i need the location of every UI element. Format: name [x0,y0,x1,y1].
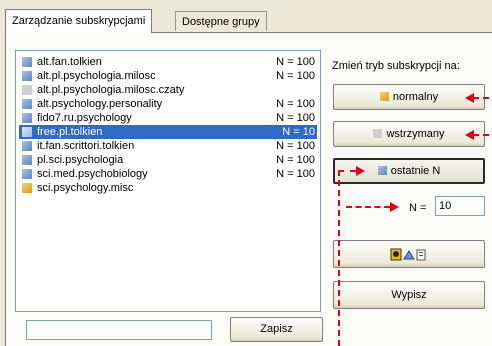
group-n-value: N = 100 [276,98,315,110]
blue-group-icon [22,57,32,67]
normal-mode-label: normalny [392,91,439,103]
gray-group-icon [22,85,32,95]
group-name: free.pl.tolkien [37,126,103,138]
group-name: sci.med.psychobiology [37,168,148,180]
group-n-value: N = 100 [276,112,315,124]
group-n-value: N = 100 [276,56,315,68]
blue-group-icon [22,71,32,81]
blue-group-icon [22,99,32,109]
marker-arrow-n [390,202,399,212]
last-n-mode-icon [377,166,387,175]
list-item[interactable]: pl.sci.psychologia N = 100 [19,153,317,167]
last-n-mode-label: ostatnie N [390,165,441,177]
list-item[interactable]: fido7.ru.psychology N = 100 [19,111,317,125]
suspend-mode-label: wstrzymany [386,128,445,140]
n-label: N = [409,202,427,214]
mode-label: Zmień tryb subskrypcji na: [332,60,460,72]
tab-subscription-management[interactable]: Zarządzanie subskrypcjami [5,9,153,33]
n-value-field[interactable]: 10 [435,196,485,216]
group-n-value: N = 10 [282,126,315,138]
group-list[interactable]: alt.fan.tolkien N = 100 alt.pl.psycholog… [15,50,321,312]
subscription-dialog: Zarządzanie subskrypcjami Dostępne grupy… [0,0,492,346]
tools-button[interactable] [333,240,485,268]
tools-icon [390,248,426,261]
group-n-value: N = 100 [276,70,315,82]
group-name: pl.sci.psychologia [37,154,124,166]
list-item[interactable]: alt.pl.psychologia.milosc N = 100 [19,69,317,83]
marker-line-suspended [473,134,489,136]
group-n-value: N = 100 [276,154,315,166]
list-item-selected[interactable]: free.pl.tolkien N = 10 [19,125,317,139]
list-item[interactable]: sci.psychology.misc [19,181,317,195]
group-name-input[interactable] [26,320,212,340]
blue-group-icon [22,155,32,165]
blue-group-icon [22,169,32,179]
blue-group-icon [22,127,32,137]
group-name: it.fan.scrittori.tolkien [37,140,135,152]
subscribe-button[interactable]: Zapisz [230,317,323,342]
marker-line-n [346,206,390,208]
marker-vertical-line [338,170,340,346]
group-name: sci.psychology.misc [37,182,134,194]
marker-line-normal [473,97,489,99]
tab-available-groups[interactable]: Dostępne grupy [175,11,267,31]
suspend-mode-icon [373,129,383,138]
print-button[interactable]: Wypisz [333,281,485,309]
blue-group-icon [22,113,32,123]
group-name: alt.fan.tolkien [37,56,102,68]
list-item[interactable]: alt.psychology.personality N = 100 [19,97,317,111]
group-n-value: N = 100 [276,140,315,152]
normal-mode-icon [379,92,389,101]
normal-mode-button[interactable]: normalny [333,84,485,110]
marker-arrow-last-n [356,166,365,176]
blue-group-icon [22,141,32,151]
group-name: alt.pl.psychologia.milosc [37,70,156,82]
list-item[interactable]: alt.pl.psychologia.milosc.czaty [19,83,317,97]
list-item[interactable]: sci.med.psychobiology N = 100 [19,167,317,181]
group-name: alt.psychology.personality [37,98,163,110]
group-name: fido7.ru.psychology [37,112,132,124]
list-item[interactable]: it.fan.scrittori.tolkien N = 100 [19,139,317,153]
group-name: alt.pl.psychologia.milosc.czaty [37,84,185,96]
suspend-mode-button[interactable]: wstrzymany [333,121,485,147]
list-item[interactable]: alt.fan.tolkien N = 100 [19,55,317,69]
group-n-value: N = 100 [276,168,315,180]
marker-line-last-n [338,170,356,172]
yellow-group-icon [22,183,32,193]
